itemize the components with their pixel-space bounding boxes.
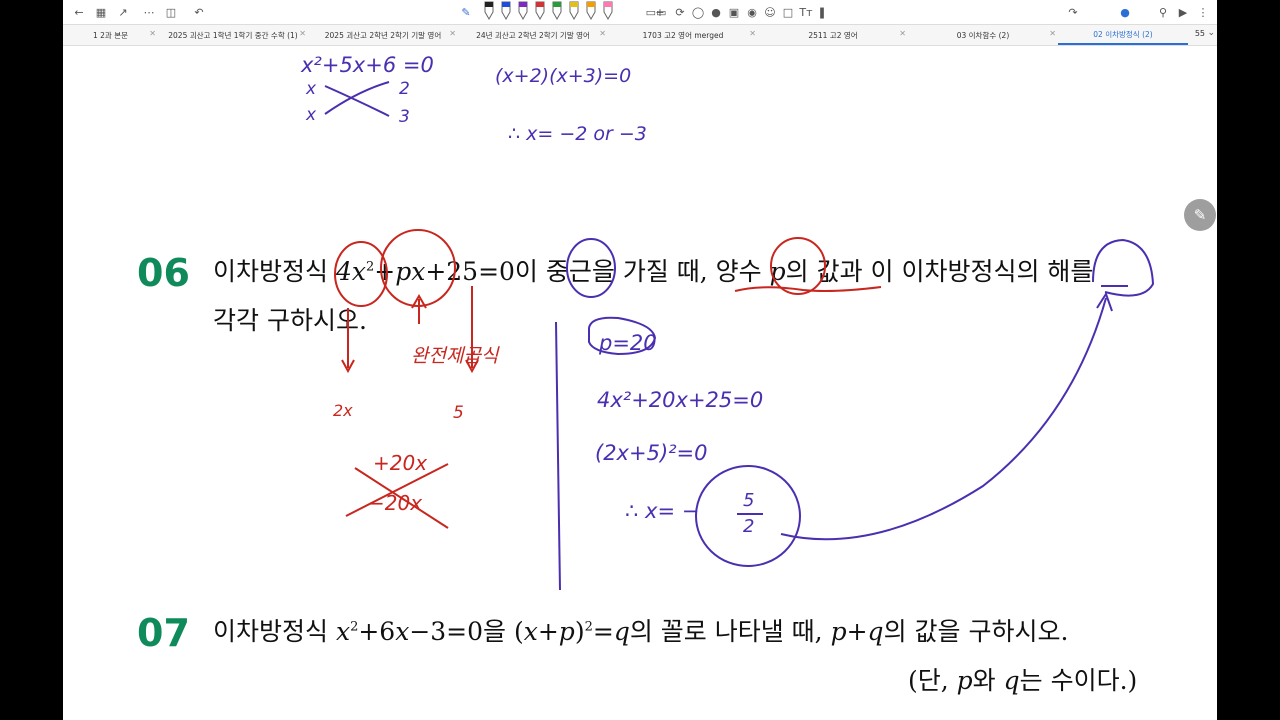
- hw-circle-hae: [1092, 238, 1155, 297]
- hw-p-equals-20: p=20: [598, 331, 657, 355]
- hw-blue-eq2: (2x+5)²=0: [595, 441, 708, 465]
- search-icon[interactable]: ⚲: [1155, 4, 1171, 20]
- hw-factor-2: 2: [399, 79, 410, 99]
- tab-7[interactable]: 02 이차방정식 (2): [1058, 25, 1188, 45]
- camera-icon[interactable]: ◉: [745, 4, 759, 20]
- hw-2x: 2x: [333, 401, 353, 420]
- apps-icon[interactable]: ⋯: [141, 4, 157, 20]
- tab-label: 02 이차방정식 (2): [1093, 29, 1153, 39]
- hw-cross-line-1: [324, 81, 390, 115]
- page-count: 55: [1194, 29, 1205, 38]
- tab-label: 1703 고2 영어 merged: [642, 30, 724, 40]
- pen-palette[interactable]: [481, 0, 631, 22]
- app-window: ← ▦ ↗ ⋯ ◫ ↶ ✎ ▭▭ + ⟳ ◯ ● ▣ ◉ ☺ □ Tт ❚ ↷ …: [63, 0, 1217, 720]
- hw-factor-x1: x: [305, 79, 317, 99]
- hw-connector-curve: [780, 297, 1107, 541]
- shape-icon[interactable]: ◯: [691, 4, 705, 20]
- pen-swatch-6[interactable]: [586, 1, 596, 21]
- pen-swatch-1[interactable]: [501, 1, 511, 21]
- pen-swatch-3[interactable]: [535, 1, 545, 21]
- close-icon[interactable]: ✕: [1049, 29, 1056, 38]
- chevron-down-icon[interactable]: ⌄: [1207, 28, 1215, 38]
- close-icon[interactable]: ✕: [299, 29, 306, 38]
- hw-blue-solution-den: 2: [743, 516, 754, 537]
- tab-0[interactable]: 1 2과 본문 ✕: [63, 25, 158, 45]
- hw-factor-x2: x: [305, 105, 317, 125]
- add-pen-icon[interactable]: +: [653, 4, 667, 20]
- tab-label: 2511 고2 영어: [808, 30, 858, 40]
- lasso-icon[interactable]: ⟳: [673, 4, 687, 20]
- hw-circle-px: [380, 229, 456, 307]
- grid-icon[interactable]: ▦: [93, 4, 109, 20]
- tab-2[interactable]: 2025 괴산고 2학년 2학기 기말 영어 ✕: [308, 25, 458, 45]
- hw-blue-solution-prefix: ∴ x= −: [625, 499, 699, 523]
- undo-icon[interactable]: ↶: [191, 4, 207, 20]
- close-icon[interactable]: ✕: [149, 29, 156, 38]
- more-icon[interactable]: ⋮: [1195, 4, 1211, 20]
- tab-bar: 1 2과 본문 ✕ 2025 괴산고 1학년 1학기 중간 수학 (1) ✕ 202…: [63, 24, 1217, 46]
- text-tool-icon[interactable]: Tт: [797, 4, 815, 20]
- share-icon[interactable]: ▶: [1175, 4, 1191, 20]
- tab-5[interactable]: 2511 고2 영어 ✕: [758, 25, 908, 45]
- more-tools-icon[interactable]: ❚: [817, 4, 827, 20]
- tab-6[interactable]: 03 이차함수 (2) ✕: [908, 25, 1058, 45]
- hw-minus-20x: −20x: [368, 491, 422, 515]
- handwriting-layer: x²+5x+6 =0 x 2 x 3 (x+2)(x+3)=0 ∴ x= −2 …: [300, 53, 1155, 591]
- pencil-tool-icon[interactable]: ✎: [459, 4, 473, 20]
- hw-blue-solution-num: 5: [743, 490, 754, 511]
- hw-top-solution: ∴ x= −2 or −3: [508, 123, 647, 145]
- hw-top-equation: x²+5x+6 =0: [300, 53, 434, 77]
- hw-circle-4x2: [334, 241, 388, 307]
- mic-icon[interactable]: ●: [1117, 4, 1133, 20]
- hw-plus-20x: +20x: [373, 451, 427, 475]
- pen-swatch-0[interactable]: [484, 1, 494, 21]
- hw-cross-line-2: [324, 85, 390, 117]
- hw-blue-eq1: 4x²+20x+25=0: [597, 388, 763, 412]
- tab-4[interactable]: 1703 고2 영어 merged ✕: [608, 25, 758, 45]
- image-icon[interactable]: ▣: [727, 4, 741, 20]
- hw-factor-3: 3: [399, 107, 410, 127]
- sticker-icon[interactable]: ☺: [763, 4, 777, 20]
- close-icon[interactable]: ✕: [899, 29, 906, 38]
- close-icon[interactable]: ✕: [599, 29, 606, 38]
- tab-label: 2025 괴산고 1학년 1학기 중간 수학 (1): [168, 30, 298, 40]
- close-icon[interactable]: ✕: [449, 29, 456, 38]
- hw-circle-junggeun: [566, 238, 616, 298]
- hw-perfect-square-label: 완전제곱식: [411, 345, 500, 367]
- pen-swatch-2[interactable]: [518, 1, 528, 21]
- tab-label: 1 2과 본문: [92, 30, 128, 40]
- redo-icon[interactable]: ↷: [1065, 4, 1081, 20]
- tab-label: 24년 괴산고 2학년 2학기 기말 영어: [476, 30, 590, 40]
- hw-underline-yangsu: [734, 286, 882, 292]
- hw-factored: (x+2)(x+3)=0: [495, 65, 631, 87]
- pen-swatch-4[interactable]: [552, 1, 562, 21]
- tab-label: 03 이차함수 (2): [956, 30, 1010, 40]
- shape-fill-icon[interactable]: ●: [709, 4, 723, 20]
- export-icon[interactable]: ↗: [115, 4, 131, 20]
- hw-5: 5: [453, 403, 464, 423]
- tab-label: 2025 괴산고 2학년 2학기 기말 영어: [324, 30, 442, 40]
- pen-swatch-7[interactable]: [603, 1, 613, 21]
- pencil-icon: ✎: [1193, 206, 1207, 224]
- document-page[interactable]: 06 이차방정식 4x2+px+25=0이 중근을 가질 때, 양수 p의 값과…: [63, 46, 1217, 720]
- tab-1[interactable]: 2025 괴산고 1학년 1학기 중간 수학 (1) ✕: [158, 25, 308, 45]
- close-icon[interactable]: ✕: [749, 29, 756, 38]
- tab-3[interactable]: 24년 괴산고 2학년 2학기 기말 영어 ✕: [458, 25, 608, 45]
- pen-swatch-5[interactable]: [569, 1, 579, 21]
- hw-divider-line: [555, 321, 561, 591]
- hw-circle-yangsu: [770, 237, 826, 295]
- sidebar-icon[interactable]: ◫: [163, 4, 179, 20]
- comment-icon[interactable]: □: [781, 4, 795, 20]
- toolbar: ← ▦ ↗ ⋯ ◫ ↶ ✎ ▭▭ + ⟳ ◯ ● ▣ ◉ ☺ □ Tт ❚ ↷ …: [63, 0, 1217, 24]
- floating-pen-button[interactable]: ✎: [1184, 199, 1216, 231]
- back-arrow-icon[interactable]: ←: [71, 4, 87, 20]
